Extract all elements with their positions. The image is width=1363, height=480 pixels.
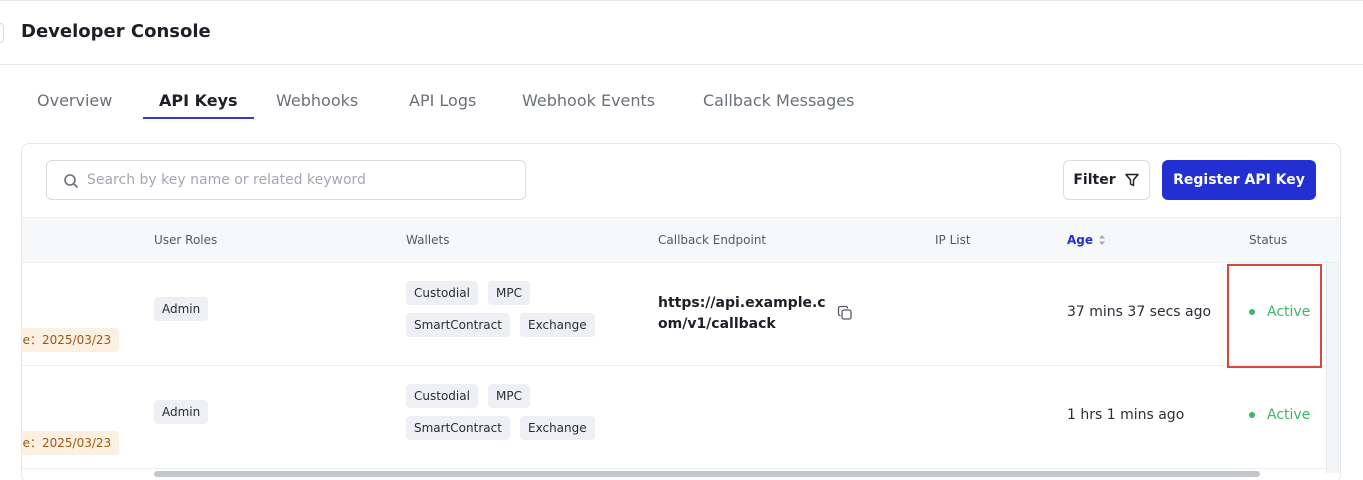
wallet-tag: Custodial [406,384,478,408]
tab-webhook-events[interactable]: Webhook Events [506,88,671,119]
wallet-tag: Exchange [520,416,595,440]
filter-button[interactable]: Filter [1063,160,1150,200]
wallet-tag: MPC [488,384,530,408]
table-row[interactable]: Admin ce：2025/03/23 Custodial MPC SmartC… [22,263,1326,366]
wallet-tag: SmartContract [406,416,510,440]
column-ip-list[interactable]: IP List [935,233,971,247]
top-bar: Developer Console [0,0,1363,65]
status-badge: Active [1249,407,1310,423]
status-dot-icon [1249,309,1255,315]
expire-tag: ce：2025/03/23 [22,431,120,455]
filter-label: Filter [1073,172,1116,188]
page-title: Developer Console [21,21,211,42]
register-api-key-button[interactable]: Register API Key [1162,160,1316,200]
role-tag: Admin [154,297,209,321]
status-label: Active [1267,304,1311,320]
status-dot-icon [1249,412,1255,418]
column-status[interactable]: Status [1249,233,1287,247]
horizontal-scrollbar[interactable] [22,470,1326,478]
wallet-tag: MPC [488,281,530,305]
tab-callback-messages[interactable]: Callback Messages [687,88,870,119]
filter-funnel-icon [1124,173,1139,187]
role-tag: Admin [154,400,209,424]
tab-api-logs[interactable]: API Logs [393,88,492,119]
table-row[interactable]: Admin ce：2025/03/23 Custodial MPC SmartC… [22,366,1326,469]
api-keys-panel: Filter Register API Key User Roles Walle… [21,143,1341,480]
column-age[interactable]: Age [1067,233,1106,247]
table-header: User Roles Wallets Callback Endpoint IP … [22,217,1340,263]
wallet-tag: Custodial [406,281,478,305]
sort-arrows-icon[interactable] [1098,234,1106,246]
horizontal-scrollbar-thumb[interactable] [154,471,1260,477]
status-badge: Active [1249,304,1310,320]
expire-tag: ce：2025/03/23 [22,328,120,352]
tab-webhooks[interactable]: Webhooks [260,88,374,119]
vertical-scrollbar[interactable] [1326,263,1340,473]
age-value: 37 mins 37 secs ago [1067,304,1212,320]
copy-icon[interactable] [837,305,853,321]
column-callback-endpoint[interactable]: Callback Endpoint [658,233,766,247]
search-box [46,160,526,200]
column-wallets[interactable]: Wallets [406,233,449,247]
callback-endpoint: https://api.example.com/v1/callback [658,295,826,332]
status-label: Active [1267,407,1311,423]
search-icon [64,174,78,188]
search-input[interactable] [87,161,517,199]
column-user-roles[interactable]: User Roles [154,233,217,247]
sidebar-edge [0,23,4,43]
tab-overview[interactable]: Overview [21,88,128,119]
age-value: 1 hrs 1 mins ago [1067,407,1185,423]
wallet-tag: Exchange [520,313,595,337]
column-age-label: Age [1067,233,1094,247]
wallet-tag: SmartContract [406,313,510,337]
tab-api-keys[interactable]: API Keys [143,88,254,119]
